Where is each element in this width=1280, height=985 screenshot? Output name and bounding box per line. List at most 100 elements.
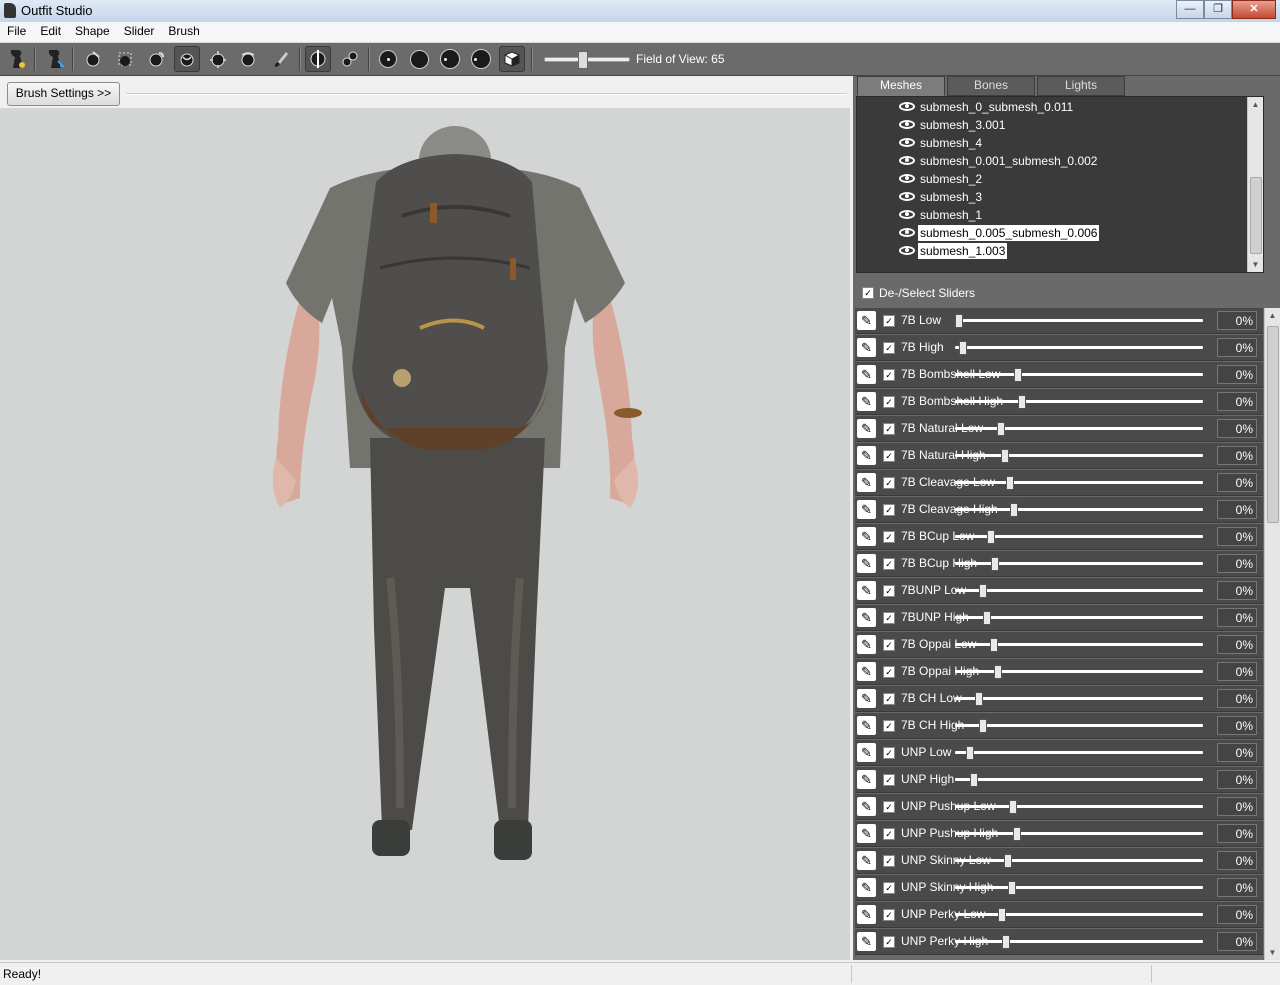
- slider-track[interactable]: [955, 422, 1203, 436]
- slider-value-field[interactable]: 0%: [1217, 608, 1257, 627]
- eye-icon[interactable]: [899, 228, 915, 237]
- slider-thumb[interactable]: [975, 692, 983, 706]
- connected-only-icon[interactable]: [337, 46, 363, 72]
- edit-slider-icon[interactable]: ✎: [857, 932, 876, 951]
- slider-thumb[interactable]: [1006, 476, 1014, 490]
- mesh-item[interactable]: submesh_0.005_submesh_0.006: [899, 224, 1100, 241]
- slider-checkbox[interactable]: ✓: [883, 693, 895, 705]
- slider-track[interactable]: [955, 827, 1203, 841]
- eye-icon[interactable]: [899, 246, 915, 255]
- slider-thumb[interactable]: [966, 746, 974, 760]
- slider-thumb[interactable]: [970, 773, 978, 787]
- slider-checkbox[interactable]: ✓: [883, 909, 895, 921]
- slider-value-field[interactable]: 0%: [1217, 689, 1257, 708]
- slider-track[interactable]: [955, 665, 1203, 679]
- slider-thumb[interactable]: [1014, 368, 1022, 382]
- slider-thumb[interactable]: [998, 908, 1006, 922]
- slider-track[interactable]: [955, 908, 1203, 922]
- edit-slider-icon[interactable]: ✎: [857, 473, 876, 492]
- 3d-viewport[interactable]: [0, 108, 850, 960]
- deselect-sliders-checkbox[interactable]: ✓: [862, 287, 874, 299]
- slider-checkbox[interactable]: ✓: [883, 720, 895, 732]
- slider-value-field[interactable]: 0%: [1217, 311, 1257, 330]
- scroll-thumb[interactable]: [1267, 326, 1279, 523]
- slider-track[interactable]: [955, 341, 1203, 355]
- edit-slider-icon[interactable]: ✎: [857, 716, 876, 735]
- slider-value-field[interactable]: 0%: [1217, 365, 1257, 384]
- mask-brush-icon[interactable]: [112, 46, 138, 72]
- slider-value-field[interactable]: 0%: [1217, 473, 1257, 492]
- menu-brush[interactable]: Brush: [161, 22, 206, 42]
- edit-slider-icon[interactable]: ✎: [857, 608, 876, 627]
- slider-value-field[interactable]: 0%: [1217, 797, 1257, 816]
- slider-value-field[interactable]: 0%: [1217, 392, 1257, 411]
- slider-value-field[interactable]: 0%: [1217, 878, 1257, 897]
- slider-track[interactable]: [955, 584, 1203, 598]
- menu-shape[interactable]: Shape: [68, 22, 117, 42]
- slider-checkbox[interactable]: ✓: [883, 747, 895, 759]
- slider-checkbox[interactable]: ✓: [883, 423, 895, 435]
- slider-value-field[interactable]: 0%: [1217, 419, 1257, 438]
- eye-icon[interactable]: [899, 138, 915, 147]
- slider-value-field[interactable]: 0%: [1217, 770, 1257, 789]
- mesh-item[interactable]: submesh_4: [899, 134, 984, 151]
- close-button[interactable]: ✕: [1232, 0, 1276, 19]
- mesh-list-scrollbar[interactable]: ▲ ▼: [1247, 97, 1263, 272]
- slider-value-field[interactable]: 0%: [1217, 851, 1257, 870]
- menu-edit[interactable]: Edit: [33, 22, 68, 42]
- slider-thumb[interactable]: [955, 314, 963, 328]
- view-cube-icon[interactable]: [499, 46, 525, 72]
- edit-slider-icon[interactable]: ✎: [857, 905, 876, 924]
- menu-slider[interactable]: Slider: [117, 22, 162, 42]
- slider-value-field[interactable]: 0%: [1217, 581, 1257, 600]
- edit-slider-icon[interactable]: ✎: [857, 878, 876, 897]
- inflate-brush-icon[interactable]: [143, 46, 169, 72]
- slider-thumb[interactable]: [991, 557, 999, 571]
- edit-slider-icon[interactable]: ✎: [857, 770, 876, 789]
- scroll-up-icon[interactable]: ▲: [1248, 97, 1263, 112]
- edit-slider-icon[interactable]: ✎: [857, 662, 876, 681]
- slider-thumb[interactable]: [1010, 503, 1018, 517]
- slider-thumb[interactable]: [983, 611, 991, 625]
- slider-checkbox[interactable]: ✓: [883, 882, 895, 894]
- slider-value-field[interactable]: 0%: [1217, 446, 1257, 465]
- slider-track[interactable]: [955, 692, 1203, 706]
- slider-track[interactable]: [955, 449, 1203, 463]
- eye-icon[interactable]: [899, 174, 915, 183]
- eye-icon[interactable]: [899, 102, 915, 111]
- slider-thumb[interactable]: [1009, 800, 1017, 814]
- new-project-icon[interactable]: [4, 46, 30, 72]
- slider-checkbox[interactable]: ✓: [883, 504, 895, 516]
- mesh-item[interactable]: submesh_0.001_submesh_0.002: [899, 152, 1099, 169]
- slider-thumb[interactable]: [979, 584, 987, 598]
- slider-value-field[interactable]: 0%: [1217, 662, 1257, 681]
- slider-checkbox[interactable]: ✓: [883, 585, 895, 597]
- slider-value-field[interactable]: 0%: [1217, 500, 1257, 519]
- edit-slider-icon[interactable]: ✎: [857, 851, 876, 870]
- slider-checkbox[interactable]: ✓: [883, 396, 895, 408]
- slider-track[interactable]: [955, 935, 1203, 949]
- menu-file[interactable]: File: [0, 22, 33, 42]
- slider-value-field[interactable]: 0%: [1217, 338, 1257, 357]
- x-mirror-icon[interactable]: [305, 46, 331, 72]
- edit-slider-icon[interactable]: ✎: [857, 527, 876, 546]
- slider-value-field[interactable]: 0%: [1217, 716, 1257, 735]
- slider-checkbox[interactable]: ✓: [883, 315, 895, 327]
- slider-checkbox[interactable]: ✓: [883, 801, 895, 813]
- slider-value-field[interactable]: 0%: [1217, 527, 1257, 546]
- maximize-button[interactable]: ❐: [1204, 0, 1232, 19]
- edit-slider-icon[interactable]: ✎: [857, 689, 876, 708]
- slider-thumb[interactable]: [1002, 935, 1010, 949]
- deflate-brush-icon[interactable]: [174, 46, 200, 72]
- slider-thumb[interactable]: [1008, 881, 1016, 895]
- brush-size-large-icon[interactable]: [437, 46, 463, 72]
- edit-slider-icon[interactable]: ✎: [857, 824, 876, 843]
- edit-slider-icon[interactable]: ✎: [857, 392, 876, 411]
- slider-checkbox[interactable]: ✓: [883, 477, 895, 489]
- eye-icon[interactable]: [899, 210, 915, 219]
- edit-slider-icon[interactable]: ✎: [857, 797, 876, 816]
- mesh-item[interactable]: submesh_3: [899, 188, 984, 205]
- slider-track[interactable]: [955, 746, 1203, 760]
- deselect-sliders-row[interactable]: ✓ De-/Select Sliders: [853, 281, 1280, 305]
- edit-slider-icon[interactable]: ✎: [857, 743, 876, 762]
